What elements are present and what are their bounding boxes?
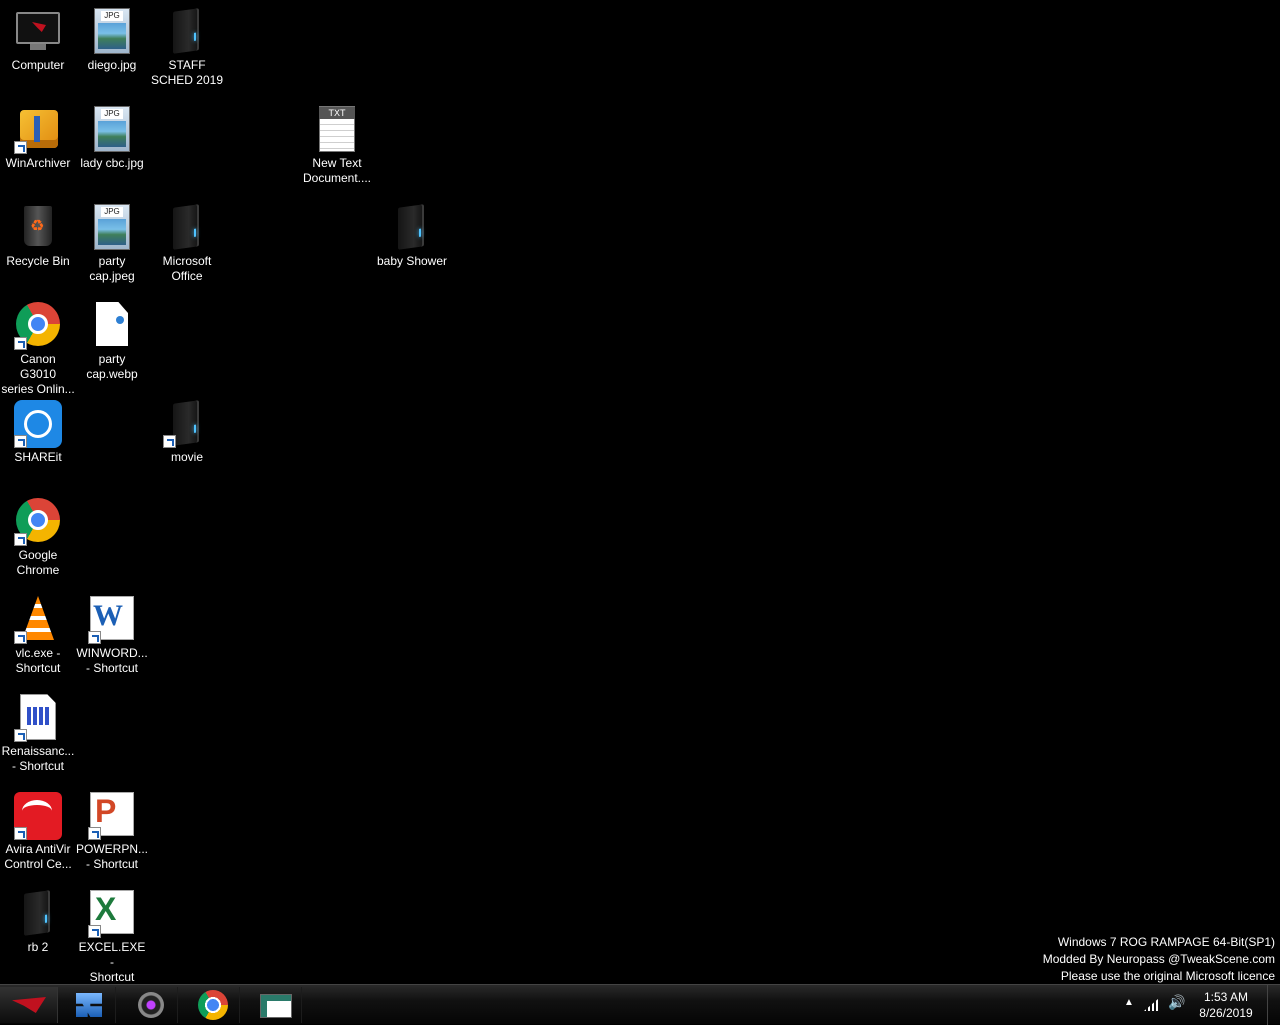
folder-icon: [173, 204, 199, 250]
shortcut-arrow-icon: [88, 827, 101, 840]
shortcut-arrow-icon: [163, 435, 176, 448]
icon-label: WinArchiver: [5, 156, 71, 170]
desktop-icon-winarchiver[interactable]: WinArchiver: [0, 100, 76, 192]
desktop-icon-recycle-bin[interactable]: Recycle Bin: [0, 198, 76, 290]
shortcut-arrow-icon: [14, 337, 27, 350]
desktop-icon-excel[interactable]: EXCEL.EXE - Shortcut: [74, 884, 150, 984]
desktop[interactable]: Computer WinArchiver Recycle Bin Canon G…: [0, 0, 1280, 984]
icon-label: party cap.jpeg: [89, 254, 135, 283]
desktop-icon-diego-jpg[interactable]: JPG diego.jpg: [74, 2, 150, 94]
taskbar: ▲ 🔊 1:53 AM 8/26/2019: [0, 984, 1280, 1025]
desktop-icon-staff-sched[interactable]: STAFF SCHED 2019: [149, 2, 225, 94]
recycle-bin-icon: [24, 206, 52, 246]
shortcut-arrow-icon: [14, 729, 27, 742]
icon-label: SHAREit: [14, 450, 62, 464]
watermark-line-3: Please use the original Microsoft licenc…: [1060, 969, 1275, 983]
icon-label: rb 2: [27, 940, 49, 954]
icon-label: WINWORD... - Shortcut: [76, 646, 148, 675]
icon-label: Google Chrome: [16, 548, 60, 577]
computer-icon: [16, 12, 60, 44]
desktop-icon-baby-shower[interactable]: baby Shower: [374, 198, 450, 290]
desktop-icon-party-cap-jpeg[interactable]: JPG party cap.jpeg: [74, 198, 150, 290]
icon-label: Avira AntiVir Control Ce...: [4, 842, 72, 871]
clock-time: 1:53 AM: [1203, 990, 1249, 1004]
shortcut-arrow-icon: [14, 533, 27, 546]
icon-label: STAFF SCHED 2019: [150, 58, 224, 87]
icon-label: movie: [170, 450, 203, 464]
desktop-icon-vlc[interactable]: vlc.exe - Shortcut: [0, 590, 76, 682]
jpg-file-icon: JPG: [94, 106, 130, 152]
icon-label: diego.jpg: [87, 58, 137, 72]
taskbar-camera-app-icon[interactable]: [124, 987, 178, 1023]
folder-icon: [24, 890, 50, 936]
icon-label: Renaissanc... - Shortcut: [1, 744, 75, 773]
show-desktop-button[interactable]: [1267, 985, 1280, 1025]
desktop-icon-powerpnt[interactable]: POWERPN... - Shortcut: [74, 786, 150, 878]
jpg-file-icon: JPG: [94, 204, 130, 250]
taskbar-app-window-icon[interactable]: [248, 987, 302, 1023]
desktop-icon-lady-cbc-jpg[interactable]: JPG lady cbc.jpg: [74, 100, 150, 192]
desktop-icon-rb2[interactable]: rb 2: [0, 884, 76, 976]
start-button[interactable]: [0, 987, 58, 1023]
desktop-icon-shareit[interactable]: SHAREit: [0, 394, 76, 486]
desktop-icon-canon-g3010[interactable]: Canon G3010 series Onlin...: [0, 296, 76, 396]
shortcut-arrow-icon: [88, 631, 101, 644]
icon-label: baby Shower: [376, 254, 448, 268]
watermark-line-2: Modded By Neuropass @TweakScene.com: [1042, 952, 1275, 966]
folder-icon: [173, 400, 199, 446]
taskbar-chrome-icon[interactable]: [186, 987, 240, 1023]
desktop-icon-party-cap-webp[interactable]: party cap.webp: [74, 296, 150, 388]
folder-icon: [398, 204, 424, 250]
shortcut-arrow-icon: [14, 631, 27, 644]
taskbar-windows-explorer-icon[interactable]: [62, 987, 116, 1023]
folder-icon: [173, 8, 199, 54]
icon-label: vlc.exe - Shortcut: [15, 646, 61, 675]
icon-label: party cap.webp: [86, 352, 138, 381]
volume-icon[interactable]: 🔊: [1168, 995, 1185, 1011]
icon-label: EXCEL.EXE - Shortcut: [78, 940, 146, 984]
shortcut-arrow-icon: [88, 925, 101, 938]
jpg-file-icon: JPG: [94, 8, 130, 54]
icon-label: Canon G3010 series Onlin...: [1, 352, 75, 396]
desktop-icon-winword[interactable]: WINWORD... - Shortcut: [74, 590, 150, 682]
icon-label: lady cbc.jpg: [80, 156, 144, 170]
icon-label: Recycle Bin: [6, 254, 70, 268]
shortcut-arrow-icon: [14, 141, 27, 154]
icon-label: New Text Document....: [302, 156, 372, 185]
icon-label: Computer: [11, 58, 65, 72]
desktop-icon-new-text-document[interactable]: TXT New Text Document....: [299, 100, 375, 192]
icon-label: Microsoft Office: [162, 254, 212, 283]
os-watermark: Windows 7 ROG RAMPAGE 64-Bit(SP1) Modded…: [1043, 934, 1275, 985]
network-signal-icon[interactable]: [1144, 999, 1158, 1011]
clock-date: 8/26/2019: [1199, 1006, 1253, 1020]
shortcut-arrow-icon: [14, 435, 27, 448]
desktop-icon-movie[interactable]: movie: [149, 394, 225, 486]
watermark-line-1: Windows 7 ROG RAMPAGE 64-Bit(SP1): [1057, 935, 1275, 949]
desktop-icon-microsoft-office[interactable]: Microsoft Office: [149, 198, 225, 290]
clock[interactable]: 1:53 AM 8/26/2019: [1190, 989, 1262, 1021]
desktop-icon-google-chrome[interactable]: Google Chrome: [0, 492, 76, 584]
desktop-icon-computer[interactable]: Computer: [0, 2, 76, 94]
icon-label: POWERPN... - Shortcut: [75, 842, 148, 871]
blank-file-icon: [96, 302, 128, 346]
desktop-icon-avira[interactable]: Avira AntiVir Control Ce...: [0, 786, 76, 878]
show-hidden-icons-icon[interactable]: ▲: [1124, 997, 1134, 1008]
desktop-icon-renaissance[interactable]: Renaissanc... - Shortcut: [0, 688, 76, 780]
txt-file-icon: TXT: [319, 106, 355, 152]
shortcut-arrow-icon: [14, 827, 27, 840]
